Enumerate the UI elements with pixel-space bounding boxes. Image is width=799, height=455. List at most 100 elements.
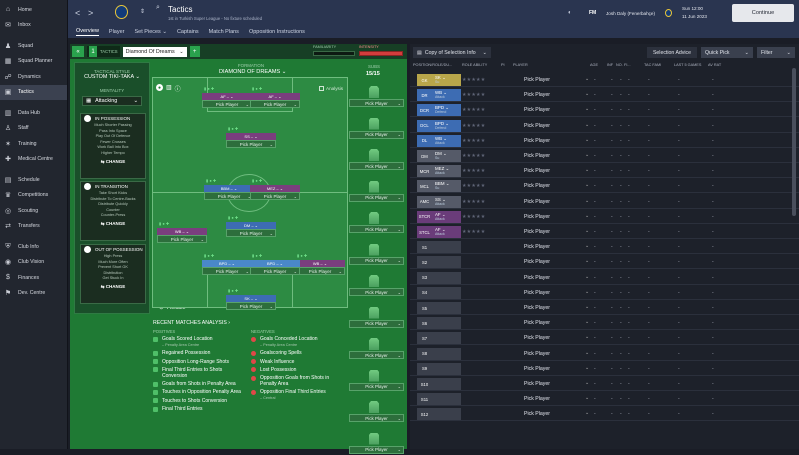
player-select[interactable]: Pick Player (524, 351, 550, 357)
pick-player-slot[interactable]: Pick Player ⌄ (349, 225, 404, 233)
pick-player-slot[interactable]: Pick Player ⌄ (157, 235, 207, 243)
role-cell[interactable] (432, 347, 461, 360)
tactic-select[interactable]: Diamond Of Dreams ⌄ (122, 46, 187, 57)
player-select[interactable]: Pick Player (524, 77, 550, 83)
role-cell[interactable]: BBM ⌄ Su (432, 180, 461, 193)
pick-player-slot[interactable]: Pick Player ⌄ (250, 100, 300, 108)
substitute-slot[interactable]: Pick Player ⌄ (349, 243, 404, 266)
table-row[interactable]: S6 Pick Player ⌄ - - - - - - - (410, 317, 799, 331)
analysis-item[interactable]: Touches in Opposition Penalty Area (153, 389, 248, 395)
back-button[interactable]: < (75, 8, 80, 18)
pitch-position-af[interactable]: ▮ ● ✚ AF – ⌄ Pick Player ⌄ (250, 86, 300, 112)
sidebar-item-data-hub[interactable]: ▥ Data Hub (0, 105, 67, 121)
role-cell[interactable] (432, 271, 461, 284)
player-select[interactable]: Pick Player (524, 366, 550, 372)
substitute-slot[interactable]: Pick Player ⌄ (349, 117, 404, 140)
role-cell[interactable] (432, 302, 461, 314)
player-select[interactable]: Pick Player (524, 396, 550, 402)
role-tag[interactable]: AF – ⌄ (250, 93, 300, 100)
continue-button[interactable]: Continue (732, 4, 794, 22)
pitch-position-wb[interactable]: ▮ ● ✚ WB – ⌄ Pick Player ⌄ (157, 221, 207, 247)
role-cell[interactable] (432, 362, 461, 375)
analysis-item[interactable]: Goals from Shots in Penalty Area (153, 381, 248, 387)
substitute-slot[interactable]: Pick Player ⌄ (349, 306, 404, 329)
sidebar-item-finances[interactable]: $ Finances (0, 270, 67, 286)
pick-player-slot[interactable]: Pick Player ⌄ (202, 100, 252, 108)
tab-set-pieces[interactable]: Set Pieces ⌄ (135, 29, 167, 35)
role-tag[interactable]: DM – ⌄ (226, 222, 276, 229)
tab-player[interactable]: Player (109, 29, 125, 35)
player-select[interactable]: Pick Player (524, 275, 550, 281)
analysis-item[interactable]: Goals Scored Location – Penalty Area Cent… (153, 336, 248, 348)
pick-player-slot[interactable]: Pick Player ⌄ (349, 256, 404, 265)
player-select[interactable]: Pick Player (524, 244, 550, 250)
analysis-item[interactable]: Regained Possession (153, 350, 248, 356)
analysis-item[interactable]: Goals Conceded Location – Penalty Area Ce… (251, 336, 346, 348)
role-cell[interactable] (432, 378, 461, 390)
sidebar-item-training[interactable]: ✶ Training (0, 136, 67, 152)
player-select[interactable]: Pick Player (524, 335, 550, 341)
pick-player-slot[interactable]: Pick Player ⌄ (250, 267, 300, 275)
analysis-item[interactable]: Touches to Shots Conversion (153, 398, 248, 404)
table-row[interactable]: S3 Pick Player ⌄ - - - - - - - (410, 271, 799, 285)
player-select[interactable]: Pick Player (524, 107, 550, 113)
column-header[interactable]: POSITION/ROLE/DU... (413, 63, 452, 67)
player-select[interactable]: Pick Player (524, 229, 550, 235)
filter-button[interactable]: Filter ⌄ (757, 47, 795, 58)
role-tag[interactable]: SK – ⌄ (226, 295, 276, 302)
substitute-slot[interactable]: Pick Player ⌄ (349, 180, 404, 203)
role-tag[interactable]: WB – ⌄ (295, 260, 345, 267)
in-possession-change-button[interactable]: ⇆ CHANGE (81, 157, 145, 167)
selection-advice-button[interactable]: Selection Advice (647, 47, 697, 58)
pick-player-slot[interactable]: Pick Player ⌄ (202, 267, 252, 275)
club-switch-icon[interactable]: ⇕ (140, 8, 145, 15)
role-tag[interactable]: WB – ⌄ (157, 228, 207, 235)
search-icon[interactable]: ⌕ (156, 4, 160, 12)
table-row[interactable]: MCL BBM ⌄ Su ★★★★★ Pick Player ⌄ - - - - - - - (410, 180, 799, 194)
role-cell[interactable]: BPD ⌄ Defend (432, 119, 461, 132)
role-cell[interactable]: DM ⌄ Su (432, 150, 461, 162)
substitute-slot[interactable]: Pick Player ⌄ (349, 86, 404, 108)
column-header[interactable]: NO. (616, 63, 623, 67)
role-tag[interactable]: BPD – ⌄ (202, 260, 252, 267)
analysis-item[interactable]: Lost Possession (251, 367, 346, 373)
analysis-item[interactable]: Opposition Final Third Entries – Central (251, 389, 346, 401)
role-cell[interactable]: AF ⌄ Attack (432, 226, 461, 238)
sidebar-item-transfers[interactable]: ⇄ Transfers (0, 219, 67, 235)
role-tag[interactable]: AF – ⌄ (202, 93, 252, 100)
table-row[interactable]: AMC SS ⌄ Attack ★★★★★ Pick Player ⌄ - - - - - - - (410, 195, 799, 209)
in-transition-card[interactable]: IN TRANSITION Take Short Kicks Distribute… (80, 181, 146, 241)
sidebar-item-squad-planner[interactable]: ▦ Squad Planner (0, 54, 67, 70)
tab-match-plans[interactable]: Match Plans (209, 29, 239, 35)
formation-select[interactable]: DIAMOND OF DREAMS ⌄ (219, 69, 286, 75)
sidebar-item-schedule[interactable]: ▤ Schedule (0, 172, 67, 188)
role-cell[interactable] (432, 241, 461, 254)
substitute-slot[interactable]: Pick Player ⌄ (349, 338, 404, 360)
substitute-slot[interactable]: Pick Player ⌄ (349, 401, 404, 423)
column-header[interactable]: PI (501, 63, 505, 67)
in-transition-change-button[interactable]: ⇆ CHANGE (81, 219, 145, 229)
role-cell[interactable] (432, 408, 461, 421)
pitch-position-ss[interactable]: ▮ ● ✚ SS – ⌄ Pick Player ⌄ (226, 126, 276, 152)
help-icon[interactable]: ◐ (568, 10, 572, 16)
sidebar-item-club-info[interactable]: ⛨ Club Info (0, 239, 67, 255)
role-cell[interactable] (432, 317, 461, 330)
column-header[interactable]: AV RAT (708, 63, 721, 67)
substitute-slot[interactable]: Pick Player ⌄ (349, 275, 404, 297)
out-of-possession-card[interactable]: OUT OF POSSESSION High Press Much More Of… (80, 244, 146, 304)
pick-player-slot[interactable]: Pick Player ⌄ (349, 193, 404, 202)
info-view-icon[interactable]: ⓘ (175, 84, 181, 93)
column-header[interactable]: TAC FAMI (644, 63, 661, 67)
analysis-item[interactable]: Weak Influence (251, 359, 346, 365)
forward-button[interactable]: > (88, 8, 93, 18)
pick-player-slot[interactable]: Pick Player ⌄ (250, 192, 300, 200)
role-cell[interactable]: WB ⌄ Attack (432, 89, 461, 102)
substitute-slot[interactable]: Pick Player ⌄ (349, 212, 404, 234)
role-cell[interactable]: SS ⌄ Attack (432, 195, 461, 208)
sidebar-item-home[interactable]: ⌂ Home (0, 2, 67, 18)
table-row[interactable]: DM DM ⌄ Su ★★★★★ Pick Player ⌄ - - - - - - - (410, 150, 799, 163)
role-tag[interactable]: BBM – ⌄ (204, 185, 254, 192)
pick-player-slot[interactable]: Pick Player ⌄ (349, 414, 404, 422)
sidebar-item-dev-centre[interactable]: ⚑ Dev. Centre (0, 286, 67, 302)
sidebar-item-staff[interactable]: ♙ Staff (0, 121, 67, 137)
